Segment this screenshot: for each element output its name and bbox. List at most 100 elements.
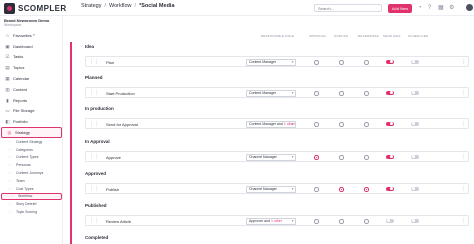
workflow-step-row[interactable]: ⋮⋮ Send for Approval Content Manager and 1…	[85, 118, 469, 129]
approval-radio[interactable]	[314, 122, 319, 127]
scheduled-toggle[interactable]	[411, 121, 419, 126]
publish-radio[interactable]	[339, 91, 344, 96]
reversible-radio[interactable]	[364, 91, 369, 96]
app-root: SCOMPLER Strategy / Workflow / *Social M…	[0, 0, 474, 244]
step-name[interactable]: Approve	[106, 155, 121, 160]
sidebar-subitem-personas[interactable]: ◦ Personas	[0, 161, 63, 169]
drag-handle-icon[interactable]: ⋮⋮	[89, 154, 99, 160]
more-options-icon[interactable]: ⋮	[461, 121, 466, 127]
publish-radio[interactable]	[339, 155, 344, 160]
sidebar-item-calendar[interactable]: ▦ Calendar	[0, 73, 63, 84]
workflow-editor: Responsible Role Approval Publish Revers…	[63, 16, 474, 244]
sidebar-item-favourites[interactable]: ☆ Favourites ▾	[0, 30, 63, 41]
sidebar-item-content[interactable]: ▥ Content	[0, 84, 63, 95]
responsible-role-select[interactable]: Approver and 1 other ▾	[246, 218, 296, 225]
drag-handle-icon[interactable]: ⋮⋮	[89, 121, 99, 127]
column-responsible-role: Responsible Role	[261, 34, 295, 38]
sidebar-subitem-story-debrief[interactable]: ◦ Story Debrief	[0, 200, 63, 208]
more-options-icon[interactable]: ⋮	[461, 90, 466, 96]
more-options-icon[interactable]: ⋮	[461, 218, 466, 224]
more-options-icon[interactable]: ⋮	[461, 186, 466, 192]
reversible-radio[interactable]	[364, 187, 369, 192]
send-mail-toggle[interactable]	[386, 154, 394, 159]
drag-handle-icon[interactable]: ⋮⋮	[89, 90, 99, 96]
step-name[interactable]: Plan	[106, 60, 114, 65]
settings-icon[interactable]: ⚙	[449, 4, 454, 12]
approval-radio[interactable]	[314, 187, 319, 192]
scheduled-toggle[interactable]	[411, 154, 419, 159]
calendar-icon: ▦	[5, 76, 10, 82]
user-avatar[interactable]	[466, 4, 473, 11]
apps-icon[interactable]: ▦	[438, 4, 444, 12]
workflow-step-row[interactable]: ⋮⋮ Review Article Approver and 1 other ▾ ⋮	[85, 215, 469, 226]
more-options-icon[interactable]: ⋮	[461, 154, 466, 160]
reversible-radio[interactable]	[364, 60, 369, 65]
sidebar-subitem-content-types[interactable]: ◦ Content Types	[0, 154, 63, 162]
workflow-step-row[interactable]: ⋮⋮ Approve Channel Manager ▾ ⋮	[85, 151, 469, 162]
sidebar-subitem-label: Topic Scoring	[16, 210, 38, 215]
workflow-timeline	[70, 42, 72, 244]
publish-radio[interactable]	[339, 219, 344, 224]
publish-radio[interactable]	[339, 122, 344, 127]
sidebar-item-topics[interactable]: ▤ Topics	[0, 62, 63, 73]
sidebar-subitem-cost-types[interactable]: ◦ Cost Types	[0, 185, 63, 193]
scheduled-toggle[interactable]	[411, 90, 419, 95]
drag-handle-icon[interactable]: ⋮⋮	[89, 186, 99, 192]
sidebar-subitem-content-journeys[interactable]: ◦ Content Journeys	[0, 169, 63, 177]
workflow-step-row[interactable]: ⋮⋮ Start Production Content Manager ▾ ⋮	[85, 87, 469, 98]
drag-handle-icon[interactable]: ⋮⋮	[89, 59, 99, 65]
approval-radio[interactable]	[314, 219, 319, 224]
sidebar-subitem-topic-scoring[interactable]: ◦ Topic Scoring	[0, 208, 63, 216]
responsible-role-select[interactable]: Content Manager and 1 other ▾	[246, 121, 296, 128]
sidebar-item-reports[interactable]: ▮ Reports	[0, 95, 63, 106]
responsible-role-select[interactable]: Content Manager ▾	[246, 90, 296, 97]
workflow-step-row[interactable]: ⋮⋮ Publish Channel Manager ▾ ⋮	[85, 183, 469, 194]
scheduled-toggle[interactable]	[411, 186, 419, 191]
logo[interactable]: SCOMPLER	[4, 2, 67, 14]
step-name[interactable]: Publish	[106, 187, 119, 192]
responsible-role-select[interactable]: Channel Manager ▾	[246, 154, 296, 161]
responsible-role-select[interactable]: Channel Manager ▾	[246, 186, 296, 193]
send-mail-toggle[interactable]	[386, 90, 394, 95]
sidebar-item-file-storage[interactable]: ▭ File Storage	[0, 106, 63, 117]
approval-radio[interactable]	[314, 155, 319, 160]
step-name[interactable]: Review Article	[106, 219, 131, 224]
help-icon[interactable]: ?	[428, 4, 431, 12]
add-new-button[interactable]: Add New	[388, 3, 412, 13]
publish-radio[interactable]	[339, 60, 344, 65]
reversible-radio[interactable]	[364, 155, 369, 160]
sidebar-subitem-categories[interactable]: ◦ Categories	[0, 146, 63, 154]
breadcrumb: Strategy / Workflow / *Social Media	[81, 3, 175, 9]
sidebar-item-strategy[interactable]: ◎ Strategy ▾	[1, 127, 62, 138]
send-mail-toggle[interactable]	[386, 121, 394, 126]
content-icon: ▥	[5, 86, 10, 92]
publish-radio[interactable]	[339, 187, 344, 192]
sidebar-subitem-workflow[interactable]: ◦ Workflow	[1, 192, 62, 201]
step-name[interactable]: Start Production	[106, 91, 135, 96]
breadcrumb-strategy[interactable]: Strategy	[81, 3, 101, 9]
breadcrumb-workflow[interactable]: Workflow	[109, 3, 132, 9]
approval-radio[interactable]	[314, 91, 319, 96]
drag-handle-icon[interactable]: ⋮⋮	[89, 218, 99, 224]
sidebar-item-tasks[interactable]: ☑ Tasks	[0, 52, 63, 63]
workflow-step-row[interactable]: ⋮⋮ Plan Content Manager ▾ ⋮	[85, 56, 469, 67]
responsible-role-select[interactable]: Content Manager ▾	[246, 59, 296, 66]
sidebar-subitem-content-strategy[interactable]: ◦ Content Strategy	[0, 138, 63, 146]
send-mail-toggle[interactable]	[386, 186, 394, 191]
scheduled-toggle[interactable]	[411, 218, 419, 223]
bell-icon[interactable]: ◔	[418, 4, 422, 12]
step-name[interactable]: Send for Approval	[106, 122, 138, 127]
sidebar-item-label: Calendar	[13, 76, 30, 82]
search-input[interactable]	[314, 4, 382, 12]
scheduled-toggle[interactable]	[411, 59, 419, 64]
sidebar-item-dashboard[interactable]: ▣ Dashboard	[0, 41, 63, 52]
approval-radio[interactable]	[314, 60, 319, 65]
reversible-radio[interactable]	[364, 219, 369, 224]
more-options-icon[interactable]: ⋮	[461, 59, 466, 65]
sidebar-subitem-label: Story Debrief	[16, 202, 37, 207]
send-mail-toggle[interactable]	[386, 218, 394, 223]
sidebar-subitem-team[interactable]: ◦ Team	[0, 177, 63, 185]
send-mail-toggle[interactable]	[386, 59, 394, 64]
reversible-radio[interactable]	[364, 122, 369, 127]
sidebar-item-portfolio[interactable]: ◧ Portfolio	[0, 116, 63, 127]
